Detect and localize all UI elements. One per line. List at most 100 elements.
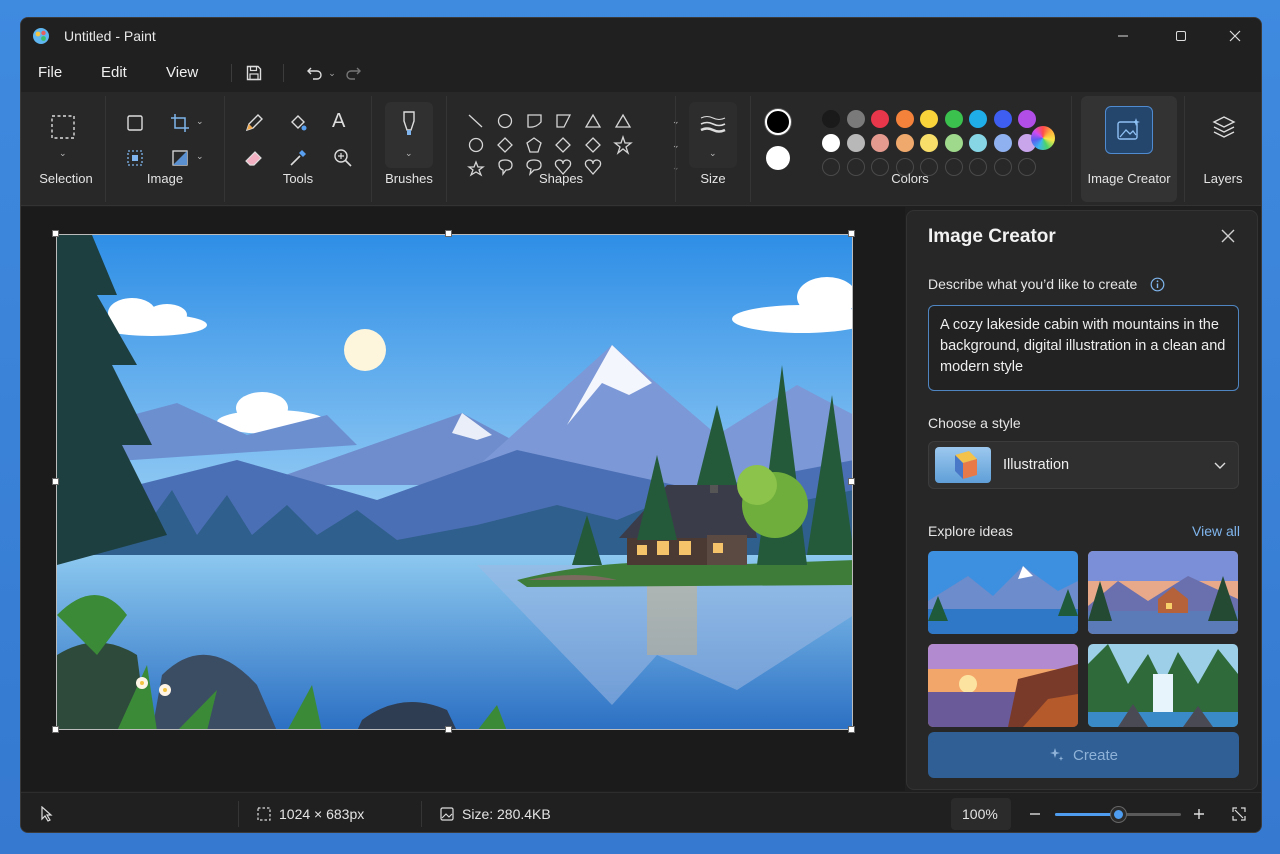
- menu-edit[interactable]: Edit: [101, 64, 127, 81]
- color-swatch[interactable]: [993, 110, 1012, 128]
- resize-canvas-icon[interactable]: [125, 113, 145, 133]
- size-group[interactable]: ⌄ Size: [677, 96, 749, 202]
- color-swatch[interactable]: [846, 134, 865, 152]
- triangle-shape-icon: [584, 113, 602, 128]
- undo-button[interactable]: [303, 62, 325, 84]
- title-bar: Untitled - Paint: [21, 18, 1261, 54]
- status-divider: [421, 801, 422, 827]
- oval-shape-icon: [497, 113, 513, 129]
- redo-button[interactable]: [343, 62, 365, 84]
- undo-history-chevron[interactable]: ⌄: [326, 62, 338, 84]
- view-all-link[interactable]: View all: [1192, 523, 1240, 539]
- forest-waterfall-thumbnail-image: [1088, 644, 1238, 727]
- layers-icon: [1212, 116, 1236, 138]
- rotate-flip-icon[interactable]: [170, 148, 190, 168]
- color-swatch[interactable]: [993, 134, 1012, 152]
- panel-close-icon[interactable]: [1221, 229, 1235, 243]
- chevron-down-icon: ⌄: [405, 148, 413, 158]
- edit-colors-icon[interactable]: [1031, 126, 1055, 150]
- resize-handle-bottom-left[interactable]: [52, 726, 59, 733]
- color-swatch[interactable]: [871, 134, 889, 152]
- color-swatch[interactable]: [895, 110, 914, 128]
- shapes-gallery[interactable]: [466, 112, 656, 178]
- right-triangle-shape-icon: [614, 113, 632, 128]
- layers-button[interactable]: Layers: [1187, 96, 1259, 202]
- pentagon-shape-icon: [526, 137, 542, 153]
- resize-handle-bottom[interactable]: [445, 726, 452, 733]
- style-dropdown[interactable]: Illustration: [928, 441, 1239, 489]
- brushes-group[interactable]: ⌄ Brushes: [373, 96, 445, 202]
- idea-thumbnail-sunset-cabin[interactable]: [1088, 551, 1238, 634]
- text-tool-icon[interactable]: A: [332, 110, 345, 133]
- polygon-shape-icon: [556, 114, 572, 128]
- ribbon-toolbar: ⌄ Selection ⌄ ⌄ Image A Tools ⌄ Brushes …: [21, 92, 1261, 206]
- color-swatch[interactable]: [871, 110, 889, 128]
- maximize-button[interactable]: [1153, 18, 1209, 54]
- prompt-textarea[interactable]: A cozy lakeside cabin with mountains in …: [928, 305, 1239, 391]
- save-button[interactable]: [243, 62, 265, 84]
- canvas-workspace[interactable]: [21, 207, 905, 791]
- resize-handle-left[interactable]: [52, 478, 59, 485]
- ribbon-divider: [675, 96, 676, 202]
- color-swatch[interactable]: [822, 110, 840, 128]
- color-swatch[interactable]: [822, 134, 840, 152]
- image-creator-label: Image Creator: [1087, 171, 1171, 186]
- magnifier-icon[interactable]: [332, 147, 354, 169]
- secondary-color-swatch[interactable]: [766, 146, 790, 170]
- crop-icon[interactable]: [170, 113, 190, 133]
- ribbon-divider: [1184, 96, 1185, 202]
- create-button[interactable]: Create: [928, 732, 1239, 778]
- tools-label: Tools: [282, 171, 314, 186]
- color-swatch[interactable]: [969, 110, 987, 128]
- close-button[interactable]: [1207, 18, 1261, 54]
- minimize-button[interactable]: [1095, 18, 1151, 54]
- cube-illustration-icon: [955, 451, 977, 479]
- color-swatch[interactable]: [895, 134, 914, 152]
- idea-thumbnail-forest-waterfall[interactable]: [1088, 644, 1238, 727]
- zoom-slider-track[interactable]: [1055, 807, 1181, 822]
- style-thumbnail: [935, 447, 991, 483]
- pencil-icon[interactable]: [243, 112, 265, 134]
- color-swatch[interactable]: [944, 134, 963, 152]
- zoom-slider-thumb[interactable]: [1111, 807, 1126, 822]
- zoom-out-icon[interactable]: [1029, 808, 1041, 820]
- ribbon-divider: [371, 96, 372, 202]
- menu-file[interactable]: File: [38, 64, 62, 81]
- resize-handle-right[interactable]: [848, 478, 855, 485]
- image-group: ⌄ ⌄ Image: [107, 96, 223, 202]
- circle-shape-icon: [468, 137, 484, 153]
- fit-to-window-icon[interactable]: [1232, 807, 1246, 821]
- ribbon-divider: [446, 96, 447, 202]
- color-swatch[interactable]: [944, 110, 963, 128]
- info-icon[interactable]: [1150, 277, 1165, 292]
- explore-label: Explore ideas: [928, 523, 1013, 539]
- color-picker-icon[interactable]: [287, 147, 309, 169]
- color-swatch[interactable]: [1018, 110, 1036, 128]
- chevron-down-icon[interactable]: ⌄: [196, 151, 204, 162]
- idea-thumbnail-coastal-sunset[interactable]: [928, 644, 1078, 727]
- selection-group[interactable]: ⌄ Selection: [29, 96, 103, 202]
- primary-color-swatch[interactable]: [765, 109, 791, 135]
- resize-handle-bottom-right[interactable]: [848, 726, 855, 733]
- menu-view[interactable]: View: [166, 64, 198, 81]
- color-swatch[interactable]: [846, 110, 865, 128]
- image-dimensions: 1024 × 683px: [279, 806, 365, 822]
- resize-handle-top[interactable]: [445, 230, 452, 237]
- ribbon-divider: [750, 96, 751, 202]
- color-swatch[interactable]: [920, 110, 938, 128]
- cursor-position-icon: [41, 806, 53, 822]
- menu-divider: [283, 64, 284, 82]
- eraser-icon[interactable]: [243, 147, 265, 169]
- fill-bucket-icon[interactable]: [287, 112, 309, 134]
- select-all-icon[interactable]: [125, 148, 145, 168]
- zoom-in-icon[interactable]: [1193, 808, 1205, 820]
- ribbon-divider: [105, 96, 106, 202]
- color-swatch[interactable]: [920, 134, 938, 152]
- resize-handle-top-right[interactable]: [848, 230, 855, 237]
- resize-handle-top-left[interactable]: [52, 230, 59, 237]
- image-creator-button[interactable]: Image Creator: [1081, 96, 1177, 202]
- color-swatch[interactable]: [969, 134, 987, 152]
- drawing-canvas[interactable]: [56, 234, 853, 730]
- chevron-down-icon[interactable]: ⌄: [196, 116, 204, 127]
- idea-thumbnail-mountain-lake[interactable]: [928, 551, 1078, 634]
